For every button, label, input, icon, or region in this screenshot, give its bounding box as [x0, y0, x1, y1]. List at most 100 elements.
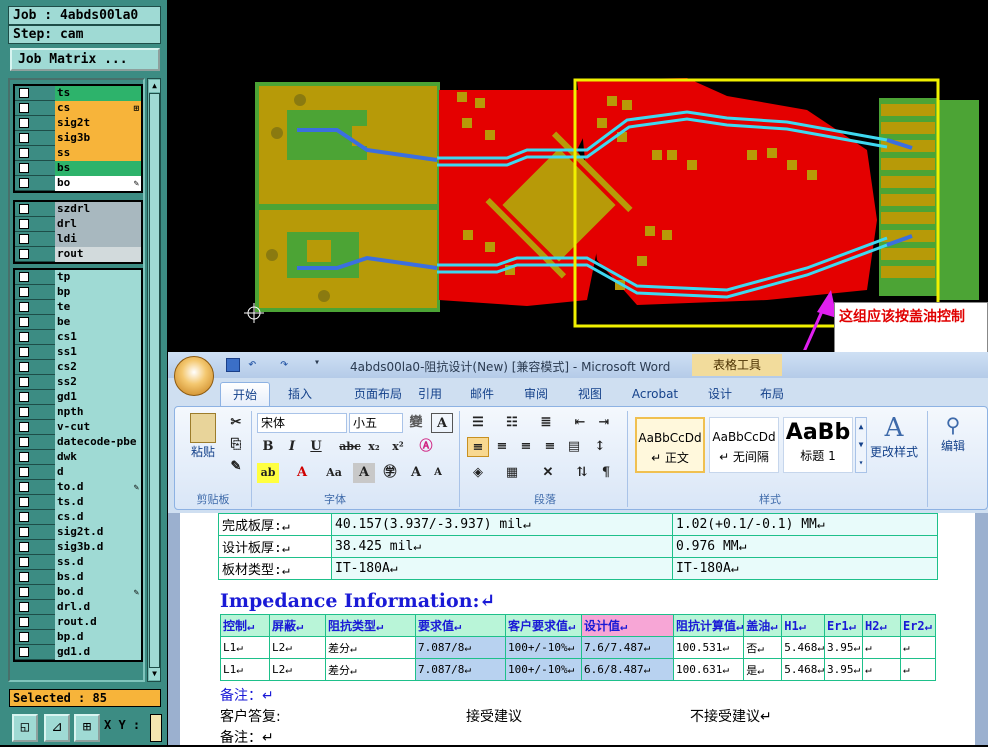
layer-name[interactable]: ss.d	[55, 555, 141, 570]
justify-icon[interactable]: ≡	[539, 437, 561, 457]
layer-name[interactable]: szdrl	[55, 202, 141, 217]
layer-checkbox[interactable]	[19, 219, 29, 229]
layer-row[interactable]: bs	[15, 161, 141, 176]
tab-home[interactable]: 开始	[220, 382, 270, 406]
layer-row[interactable]: rout	[15, 247, 141, 262]
phonetic-guide-icon[interactable]: 變	[405, 413, 427, 433]
table-cell[interactable]: L1↵	[220, 636, 270, 659]
layer-name[interactable]: rout.d	[55, 615, 141, 630]
layer-row[interactable]: rout.d	[15, 615, 141, 630]
layer-row[interactable]: sig3b	[15, 131, 141, 146]
layer-name[interactable]: datecode-pbe	[55, 435, 141, 450]
layer-row[interactable]: be	[15, 315, 141, 330]
layer-checkbox[interactable]	[19, 178, 29, 188]
change-styles-button[interactable]: A 更改样式	[869, 413, 919, 460]
layer-checkbox[interactable]	[19, 512, 29, 522]
table-cell[interactable]: L1↵	[220, 658, 270, 681]
tab-references[interactable]: 引用	[408, 382, 452, 406]
layer-name[interactable]: bs.d	[55, 570, 141, 585]
layer-checkbox[interactable]	[19, 272, 29, 282]
layer-row[interactable]: gd1	[15, 390, 141, 405]
layer-name[interactable]: v-cut	[55, 420, 141, 435]
table-cell[interactable]: 100+/-10%↵	[505, 658, 582, 681]
style-normal[interactable]: AaBbCcDd ↵ 正文	[635, 417, 705, 473]
char-border-icon[interactable]: A	[431, 413, 453, 433]
table-cell[interactable]: 7.087/8↵	[415, 636, 506, 659]
italic-icon[interactable]: I	[281, 437, 303, 457]
table-cell[interactable]: 100+/-10%↵	[505, 636, 582, 659]
table-cell[interactable]: 设计板厚:↵	[218, 535, 332, 558]
layer-name[interactable]: ts	[55, 86, 141, 101]
tab-mailings[interactable]: 邮件	[460, 382, 504, 406]
layer-checkbox[interactable]	[19, 88, 29, 98]
tab-acrobat[interactable]: Acrobat	[624, 382, 686, 406]
layer-row[interactable]: drl.d	[15, 600, 141, 615]
layer-row[interactable]: cs2	[15, 360, 141, 375]
table-cell[interactable]: 否↵	[743, 636, 783, 659]
table-header[interactable]: 要求值↵	[415, 614, 506, 637]
table-cell[interactable]: 5.468↵	[781, 658, 825, 681]
table-cell[interactable]: 38.425 mil↵	[331, 535, 673, 558]
layer-name[interactable]: cs.d	[55, 510, 141, 525]
layer-name[interactable]: to.d ✎	[55, 480, 141, 495]
layer-name[interactable]: sig2t.d	[55, 525, 141, 540]
layer-checkbox[interactable]	[19, 347, 29, 357]
layer-name[interactable]: gd1	[55, 390, 141, 405]
layer-checkbox[interactable]	[19, 437, 29, 447]
show-marks-icon[interactable]: ¶	[595, 463, 617, 483]
table-cell[interactable]: 是↵	[743, 658, 783, 681]
layer-name[interactable]: bo ✎	[55, 176, 141, 191]
change-case-icon[interactable]: Aa	[323, 463, 345, 483]
layer-checkbox[interactable]	[19, 249, 29, 259]
strikethrough-icon[interactable]: abc	[339, 437, 361, 457]
layer-row[interactable]: cs ⊞	[15, 101, 141, 116]
layer-row[interactable]: tp	[15, 270, 141, 285]
tab-insert[interactable]: 插入	[276, 382, 324, 406]
layer-checkbox[interactable]	[19, 392, 29, 402]
bullets-icon[interactable]: ☰	[467, 413, 489, 433]
layer-checkbox[interactable]	[19, 467, 29, 477]
layer-checkbox[interactable]	[19, 287, 29, 297]
char-shading-icon[interactable]: A	[353, 463, 375, 483]
layer-row[interactable]: gd1.d	[15, 645, 141, 660]
layer-name[interactable]: be	[55, 315, 141, 330]
layer-row[interactable]: bo ✎	[15, 176, 141, 191]
table-cell[interactable]: ↵	[899, 658, 937, 681]
subscript-icon[interactable]: x₂	[363, 437, 385, 457]
layer-checkbox[interactable]	[19, 572, 29, 582]
table-header[interactable]: 设计值↵	[581, 614, 674, 637]
layer-name[interactable]: bs	[55, 161, 141, 176]
layer-row[interactable]: sig3b.d	[15, 540, 141, 555]
layer-name[interactable]: bp	[55, 285, 141, 300]
layer-checkbox[interactable]	[19, 527, 29, 537]
layer-row[interactable]: cs.d	[15, 510, 141, 525]
layer-row[interactable]: ss2	[15, 375, 141, 390]
layer-row[interactable]: dwk	[15, 450, 141, 465]
layer-checkbox[interactable]	[19, 617, 29, 627]
paste-button[interactable]: 粘贴	[185, 413, 221, 460]
editing-button[interactable]: ⚲ 编辑	[933, 413, 973, 454]
layer-name[interactable]: sig2t	[55, 116, 141, 131]
layer-row[interactable]: v-cut	[15, 420, 141, 435]
layer-row[interactable]: npth	[15, 405, 141, 420]
tab-review[interactable]: 审阅	[514, 382, 558, 406]
layer-checkbox[interactable]	[19, 587, 29, 597]
layer-list-scrollbar[interactable]: ▲ ▼	[147, 78, 161, 682]
table-cell[interactable]: 7.6/7.487↵	[581, 636, 674, 659]
table-cell[interactable]: IT-180A↵	[331, 557, 673, 580]
cut-icon[interactable]: ✂	[225, 413, 247, 433]
layer-name[interactable]: cs ⊞	[55, 101, 141, 116]
bold-icon[interactable]: B	[257, 437, 279, 457]
accept-option[interactable]: 接受建议	[466, 706, 522, 726]
increase-indent-icon[interactable]: ⇥	[593, 413, 615, 433]
borders-icon[interactable]: ▦	[501, 463, 523, 483]
table-cell[interactable]: 3.95↵	[823, 658, 863, 681]
styles-scroll-icon[interactable]: ▲ ▼ ▾	[855, 417, 867, 473]
layer-name[interactable]: gd1.d	[55, 645, 141, 660]
redo-icon[interactable]: ↷	[280, 356, 288, 372]
layer-name[interactable]: ss	[55, 146, 141, 161]
table-cell[interactable]: ↵	[861, 636, 901, 659]
shading-icon[interactable]: ◈	[467, 463, 489, 483]
layer-name[interactable]: bo.d ✎	[55, 585, 141, 600]
distribute-icon[interactable]: ▤	[563, 437, 585, 457]
